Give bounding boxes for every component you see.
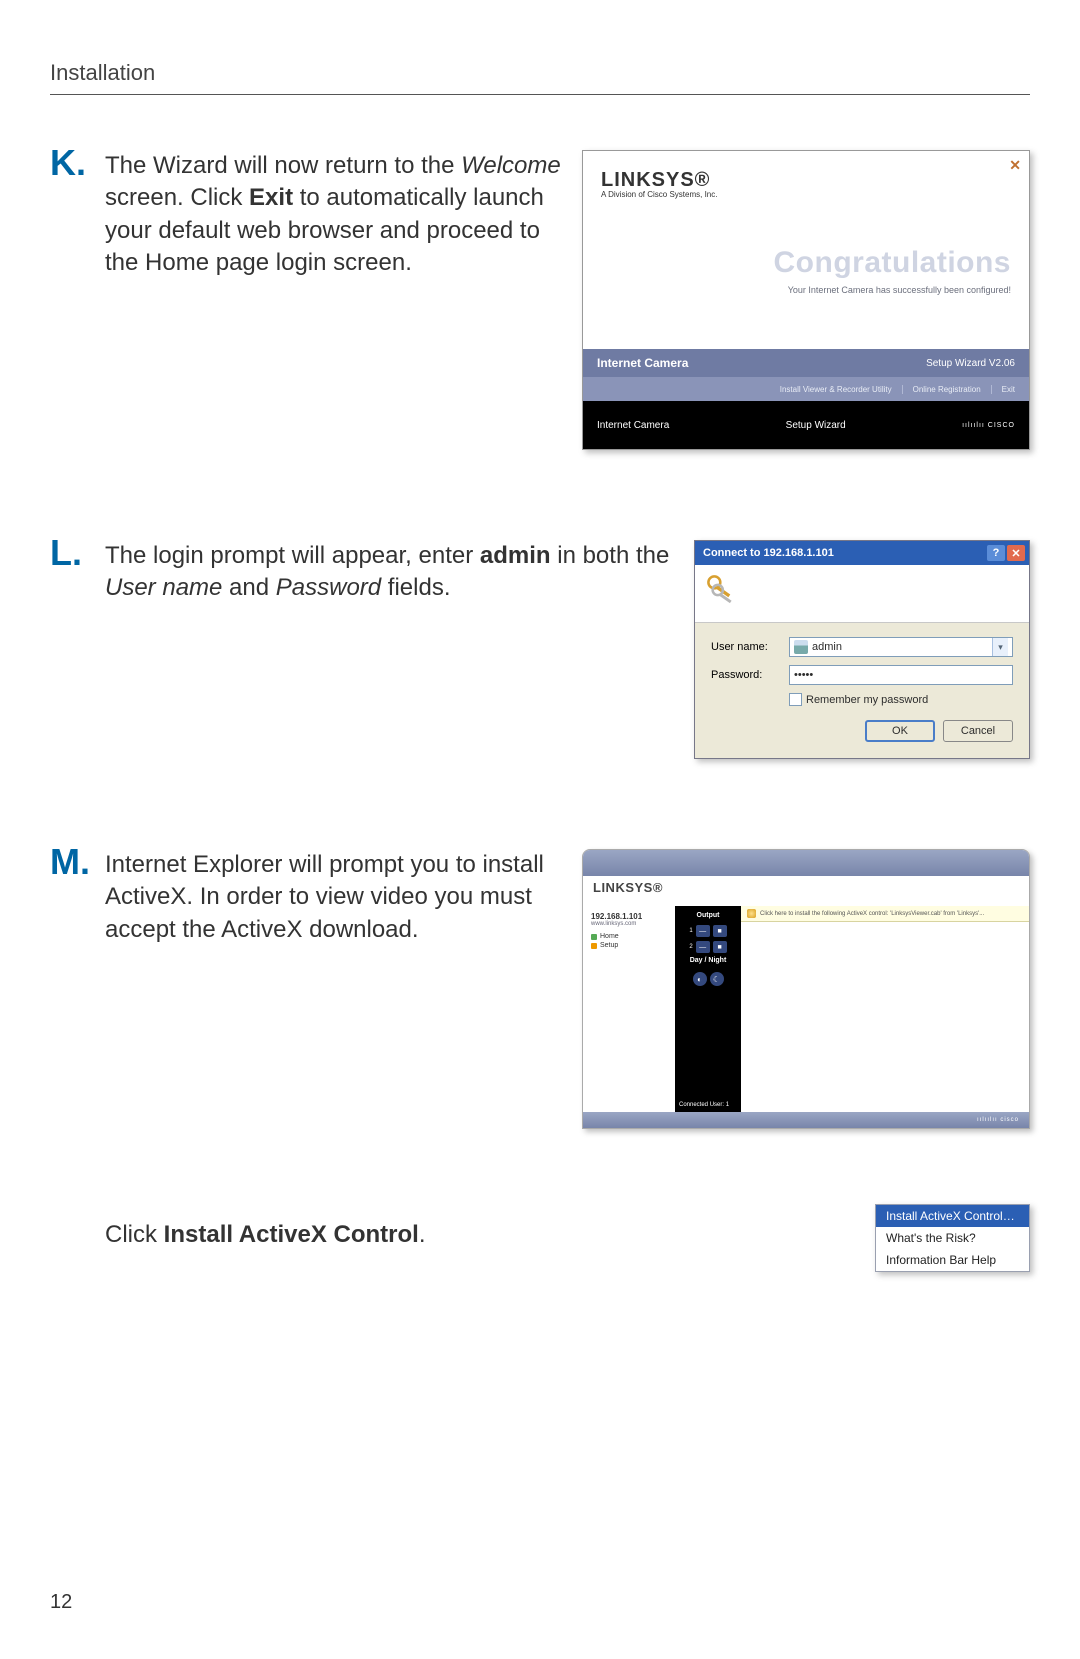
step-m-figure: LINKSYS® 192.168.1.101 www.linksys.com H… (582, 849, 1030, 1129)
step-m2-text: Click Install ActiveX Control. (105, 1204, 875, 1251)
shield-icon (747, 909, 756, 918)
step-m: M. Internet Explorer will prompt you to … (50, 849, 1030, 1129)
sidebar: 192.168.1.101 www.linksys.com Home Setup (583, 906, 675, 1111)
username-field[interactable]: admin ▾ (789, 637, 1013, 657)
cancel-button[interactable]: Cancel (943, 720, 1013, 742)
remember-label: Remember my password (806, 694, 928, 706)
step-m2-figure: Install ActiveX Control… What's the Risk… (875, 1204, 1030, 1272)
section-header: Installation (50, 60, 1030, 95)
output-label: Output (697, 912, 720, 919)
action-bar: Install Viewer & Recorder Utility Online… (583, 377, 1029, 401)
step-m-extra: Click Install ActiveX Control. Install A… (50, 1204, 1030, 1272)
output1-on-button[interactable]: — (696, 925, 710, 937)
linksys-link[interactable]: www.linksys.com (591, 921, 667, 927)
dialog-banner (695, 565, 1029, 623)
daynight-label: Day / Night (690, 957, 727, 964)
close-icon[interactable]: ✕ (1007, 545, 1025, 561)
output2-on-button[interactable]: — (696, 941, 710, 953)
remember-checkbox[interactable] (789, 693, 802, 706)
output1-off-button[interactable]: ■ (713, 925, 727, 937)
help-icon[interactable]: ? (987, 545, 1005, 561)
password-field[interactable]: ••••• (789, 665, 1013, 685)
browser-window: LINKSYS® 192.168.1.101 www.linksys.com H… (582, 849, 1030, 1129)
step-k-letter: K. (50, 145, 105, 181)
step-k-figure: ✕ LINKSYS® A Division of Cisco Systems, … (582, 150, 1030, 450)
window-chrome-bottom: ıılıılıı cisco (583, 1112, 1029, 1128)
user-icon (794, 640, 808, 654)
title-bar: Internet Camera Setup Wizard V2.06 (583, 349, 1029, 377)
sidebar-item-home[interactable]: Home (591, 933, 667, 940)
congrats-heading: Congratulations (774, 246, 1012, 280)
step-k-text: The Wizard will now return to the Welcom… (105, 150, 582, 280)
step-l: L. The login prompt will appear, enter a… (50, 540, 1030, 759)
step-l-figure: Connect to 192.168.1.101 ? ✕ (694, 540, 1030, 759)
cisco-logo: ıılıılıı CISCO (962, 422, 1015, 429)
step-l-text: The login prompt will appear, enter admi… (105, 540, 694, 605)
sidebar-item-setup[interactable]: Setup (591, 942, 667, 949)
dialog-titlebar: Connect to 192.168.1.101 ? ✕ (695, 541, 1029, 565)
ok-button[interactable]: OK (865, 720, 935, 742)
online-registration-link[interactable]: Online Registration (902, 385, 981, 394)
window-chrome-top (583, 850, 1029, 876)
configured-text: Your Internet Camera has successfully be… (788, 285, 1011, 295)
activex-infobar[interactable]: Click here to install the following Acti… (741, 906, 1029, 922)
night-button[interactable]: ☾ (710, 972, 724, 986)
context-menu: Install ActiveX Control… What's the Risk… (875, 1204, 1030, 1272)
keys-icon (705, 573, 739, 607)
page-number: 12 (50, 1591, 72, 1614)
login-dialog: Connect to 192.168.1.101 ? ✕ (694, 540, 1030, 759)
footer-bar: Internet Camera Setup Wizard ıılıılıı CI… (583, 401, 1029, 449)
ip-address: 192.168.1.101 (591, 912, 667, 921)
chevron-down-icon[interactable]: ▾ (992, 638, 1008, 656)
page-header: LINKSYS® (583, 876, 1029, 906)
install-utility-link[interactable]: Install Viewer & Recorder Utility (780, 385, 892, 394)
linksys-logo: LINKSYS® (593, 880, 1019, 895)
connected-users: Connected User: 1 (675, 1098, 741, 1112)
step-m-letter: M. (50, 844, 105, 880)
step-k: K. The Wizard will now return to the Wel… (50, 150, 1030, 450)
step-l-letter: L. (50, 535, 105, 571)
linksys-logo: LINKSYS® A Division of Cisco Systems, In… (601, 169, 717, 199)
day-button[interactable]: ◐ (693, 972, 707, 986)
step-m-text: Internet Explorer will prompt you to ins… (105, 849, 582, 946)
close-icon[interactable]: ✕ (1009, 157, 1021, 174)
output2-off-button[interactable]: ■ (713, 941, 727, 953)
username-label: User name: (711, 641, 789, 653)
menu-whats-the-risk[interactable]: What's the Risk? (876, 1227, 1029, 1249)
dialog-title: Connect to 192.168.1.101 (703, 547, 834, 559)
password-label: Password: (711, 669, 789, 681)
menu-infobar-help[interactable]: Information Bar Help (876, 1249, 1029, 1271)
exit-link[interactable]: Exit (991, 385, 1015, 394)
wizard-congrats-window: ✕ LINKSYS® A Division of Cisco Systems, … (582, 150, 1030, 450)
cisco-logo: ıılıılıı cisco (977, 1117, 1019, 1123)
menu-install-activex[interactable]: Install ActiveX Control… (876, 1205, 1029, 1227)
control-panel: Output 1—■ 2—■ Day / Night ◐ ☾ (675, 906, 741, 1111)
video-viewer: Click here to install the following Acti… (741, 906, 1029, 1111)
